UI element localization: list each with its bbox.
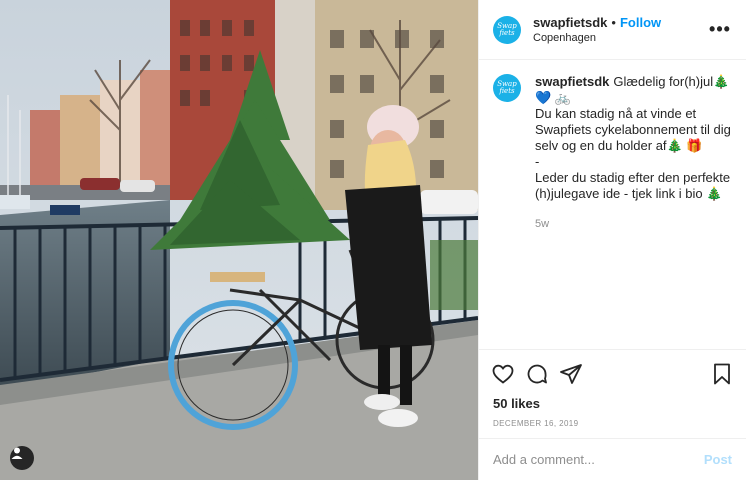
person-icon [11,447,23,459]
caption-line: - [535,154,540,169]
photo-illustration [0,0,478,480]
follow-button[interactable]: Follow [620,15,661,30]
more-options-icon[interactable]: ••• [708,19,732,40]
instagram-post: Swap fiets swapfietsdk • Follow Copenhag… [0,0,746,480]
comment-icon[interactable] [525,362,549,386]
header-line: swapfietsdk • Follow [533,15,708,30]
header-separator: • [611,15,616,30]
caption-timestamp[interactable]: 5w [535,216,732,232]
avatar[interactable]: Swap fiets [493,15,521,44]
caption-line: swapfietsdk Glædelig for(h)jul🎄 💙 🚲 [535,74,732,106]
caption-avatar-logo-text: Swap fiets [497,80,517,95]
post-photo[interactable] [0,0,478,480]
add-comment-bar: Add a comment... Post [479,438,746,480]
caption-line: Leder du stadig efter den perfekte (h)ju… [535,170,731,201]
tagged-user-icon[interactable] [10,446,34,470]
header-username[interactable]: swapfietsdk [533,15,607,30]
comment-input[interactable]: Add a comment... [493,452,704,467]
header-text: swapfietsdk • Follow Copenhagen [533,15,708,44]
post-date[interactable]: DECEMBER 16, 2019 [491,417,734,438]
likes-count[interactable]: 50 likes [491,392,734,417]
avatar-logo-text: Swap fiets [497,21,517,37]
bookmark-icon[interactable] [710,362,734,386]
comments-section: Swap fiets swapfietsdk Glædelig for(h)jul… [479,60,746,349]
post-comment-button[interactable]: Post [704,452,732,467]
location-link[interactable]: Copenhagen [533,32,708,44]
caption-username[interactable]: swapfietsdk [535,74,609,89]
heart-icon[interactable] [491,362,515,386]
caption-line: Du kan stadig nå at vinde et Swapfiets c… [535,106,731,153]
post-header: Swap fiets swapfietsdk • Follow Copenhag… [479,0,746,60]
caption: swapfietsdk Glædelig for(h)jul🎄 💙 🚲 Du ka… [535,74,732,335]
caption-avatar[interactable]: Swap fiets [493,74,521,102]
share-icon[interactable] [559,362,583,386]
action-bar: 50 likes DECEMBER 16, 2019 [479,349,746,438]
action-icons [491,356,734,392]
post-sidebar: Swap fiets swapfietsdk • Follow Copenhag… [478,0,746,480]
